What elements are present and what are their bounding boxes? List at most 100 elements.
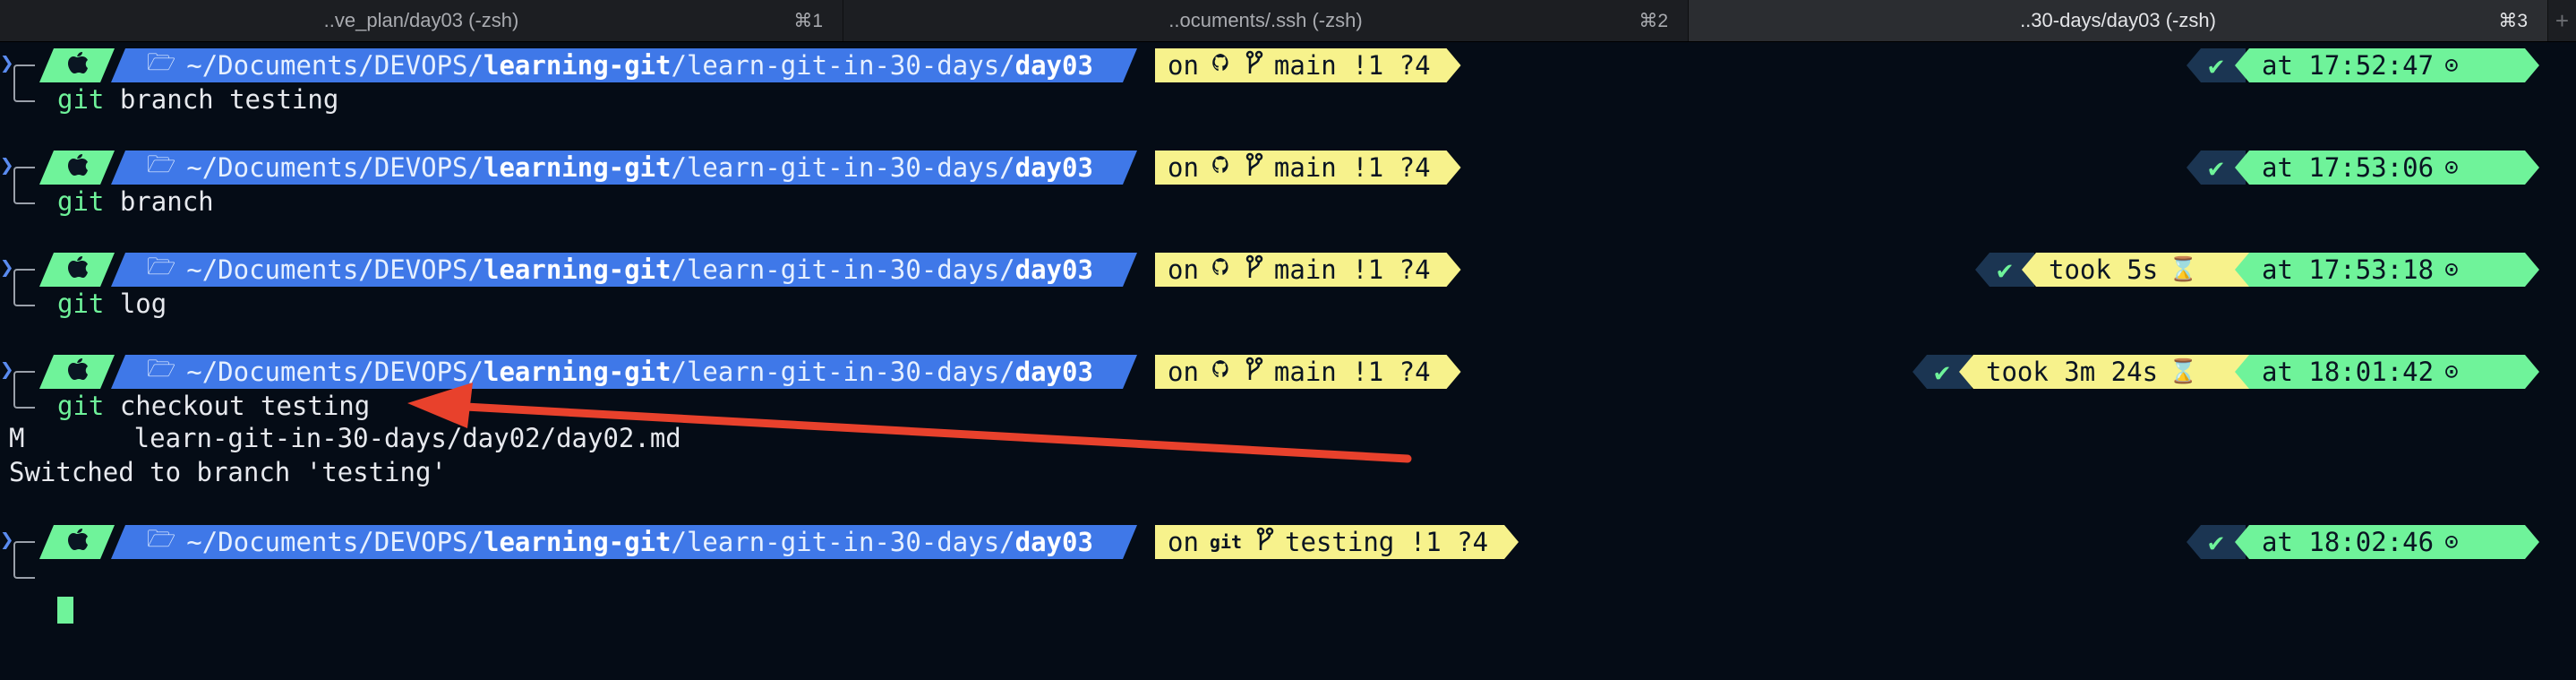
command-args: log [104, 288, 167, 319]
command-git: git [57, 391, 105, 421]
tab-2[interactable]: ..ocuments/.ssh (-zsh) ⌘2 [843, 0, 1689, 41]
duration-text: took 5s [2049, 254, 2159, 285]
path-mid: /learn-git-in-30-days/ [671, 527, 1015, 557]
apple-segment [39, 253, 115, 287]
new-tab-button[interactable]: + [2548, 0, 2576, 41]
command-args: branch [104, 186, 214, 217]
branch-name: main [1273, 254, 1337, 285]
prompt-bracket-bottom [13, 387, 35, 409]
apple-segment [39, 525, 115, 559]
branch-icon [1245, 357, 1263, 388]
path-current-dir: day03 [1014, 527, 1093, 557]
clock-icon: ⊙ [2444, 358, 2459, 385]
prompt-caret: ❯ [0, 152, 14, 179]
command-text: git branch testing [57, 84, 338, 115]
branch-name: main [1273, 357, 1337, 387]
apple-segment [39, 151, 115, 185]
github-icon [1210, 154, 1231, 182]
tab-shortcut: ⌘2 [1639, 10, 1668, 31]
output-line: Switched to branch 'testing' [9, 457, 447, 487]
apple-segment [39, 355, 115, 389]
path-current-dir: day03 [1014, 254, 1093, 285]
path-repo: learning-git [483, 152, 672, 183]
path-current-dir: day03 [1014, 152, 1093, 183]
branch-icon [1256, 527, 1274, 558]
git-status: !1 ?4 [1352, 50, 1431, 81]
path-mid: /learn-git-in-30-days/ [671, 50, 1015, 81]
duration-segment: took 5s ⌛ [2022, 253, 2251, 287]
command-text: git checkout testing [57, 391, 370, 421]
command-text: git log [57, 288, 167, 319]
timestamp: 18:01:42 [2308, 357, 2435, 387]
branch-name: main [1273, 152, 1337, 183]
prompt-bracket-bottom [13, 81, 35, 102]
path-repo: learning-git [483, 357, 672, 387]
tab-title: ..30-days/day03 (-zsh) [2020, 9, 2216, 31]
path-prefix: ~/Documents/DEVOPS/ [186, 50, 484, 81]
prompt-caret: ❯ [0, 357, 14, 383]
on-label: on [1168, 152, 1199, 183]
path-repo: learning-git [483, 50, 672, 81]
branch-icon [1245, 254, 1263, 286]
path-segment: 🗁 ~/Documents/DEVOPS/learning-git/learn-… [111, 355, 1137, 389]
time-segment: at 18:01:42 ⊙ [2235, 355, 2539, 389]
folder-icon: 🗁 [147, 151, 176, 178]
tab-shortcut: ⌘1 [793, 10, 823, 31]
check-icon: ✔ [1997, 254, 2013, 285]
check-icon: ✔ [2208, 527, 2224, 557]
terminal-output[interactable]: ❯ 🗁 ~/Documents/DEVOPS/learning-git/lear… [0, 41, 2576, 680]
tab-3-active[interactable]: ..30-days/day03 (-zsh) ⌘3 [1689, 0, 2548, 41]
path-segment: 🗁 ~/Documents/DEVOPS/learning-git/learn-… [111, 151, 1137, 185]
branch-icon [1245, 50, 1263, 82]
prompt-caret: ❯ [0, 254, 14, 281]
command-git: git [57, 288, 105, 319]
git-status: !1 ?4 [1352, 254, 1431, 285]
prompt-bracket-bottom [13, 183, 35, 204]
git-icon: git [1209, 531, 1243, 553]
on-label: on [1168, 254, 1199, 285]
prompt-line-current: ❯ 🗁 ~/Documents/DEVOPS/learning-git/lear… [0, 525, 2576, 624]
at-label: at [2262, 357, 2293, 387]
on-label: on [1168, 357, 1199, 387]
text-cursor[interactable] [57, 597, 73, 624]
git-segment: on main !1 ?4 [1155, 48, 1461, 82]
check-icon: ✔ [2208, 152, 2224, 183]
path-repo: learning-git [483, 527, 672, 557]
time-segment: at 18:02:46 ⊙ [2235, 525, 2539, 559]
git-segment: on main !1 ?4 [1155, 355, 1461, 389]
folder-icon: 🗁 [147, 254, 176, 280]
git-segment: on main !1 ?4 [1155, 151, 1461, 185]
timestamp: 17:52:47 [2308, 50, 2435, 81]
check-icon: ✔ [1934, 357, 1950, 387]
command-text: git branch [57, 186, 214, 217]
prompt-line: ❯ 🗁 ~/Documents/DEVOPS/learning-git/lear… [0, 48, 2576, 115]
tab-title: ..ve_plan/day03 (-zsh) [323, 9, 519, 31]
on-label: on [1168, 527, 1199, 557]
branch-name: main [1273, 50, 1337, 81]
duration-text: took 3m 24s [1986, 357, 2159, 387]
github-icon [1210, 358, 1231, 386]
github-icon [1210, 52, 1231, 80]
path-segment: 🗁 ~/Documents/DEVOPS/learning-git/learn-… [111, 48, 1137, 82]
tab-1[interactable]: ..ve_plan/day03 (-zsh) ⌘1 [0, 0, 843, 41]
apple-icon [66, 152, 88, 184]
check-icon: ✔ [2208, 50, 2224, 81]
prompt-bracket-bottom [13, 557, 35, 579]
path-repo: learning-git [483, 254, 672, 285]
git-segment: on main !1 ?4 [1155, 253, 1461, 287]
prompt-line: ❯ 🗁 ~/Documents/DEVOPS/learning-git/lear… [0, 151, 2576, 217]
clock-icon: ⊙ [2444, 529, 2459, 555]
folder-icon: 🗁 [147, 526, 176, 553]
duration-segment: took 3m 24s ⌛ [1959, 355, 2251, 389]
timestamp: 18:02:46 [2308, 527, 2435, 557]
path-mid: /learn-git-in-30-days/ [671, 152, 1015, 183]
command-git: git [57, 186, 105, 217]
hourglass-icon: ⌛ [2169, 256, 2198, 283]
github-icon [1210, 256, 1231, 284]
apple-icon [66, 50, 88, 82]
prompt-line: ❯ 🗁 ~/Documents/DEVOPS/learning-git/lear… [0, 355, 2576, 421]
branch-icon [1245, 152, 1263, 184]
clock-icon: ⊙ [2444, 154, 2459, 181]
at-label: at [2262, 254, 2293, 285]
tab-shortcut: ⌘3 [2498, 10, 2528, 31]
